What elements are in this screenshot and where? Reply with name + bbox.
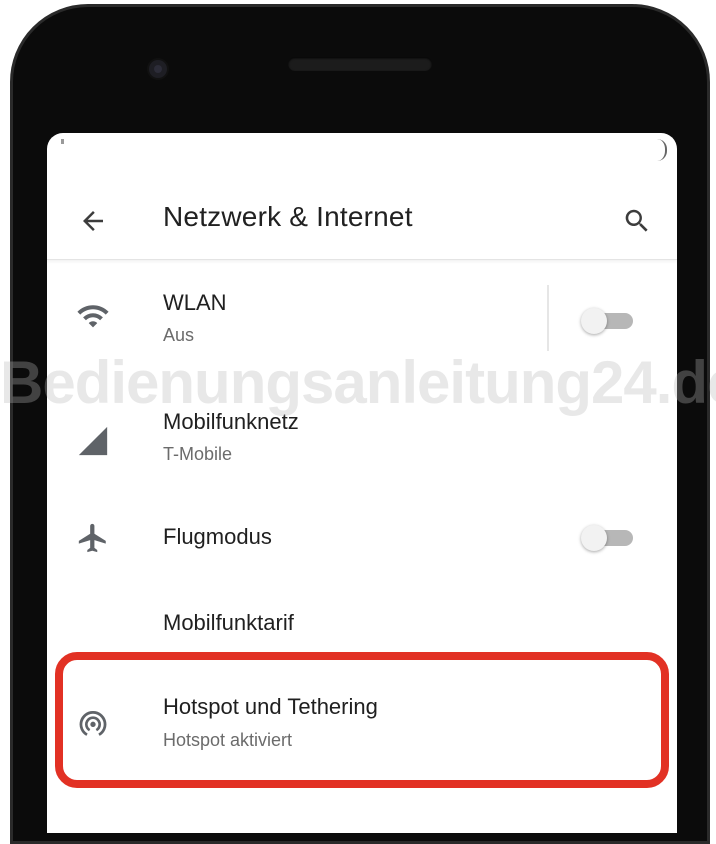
front-camera bbox=[149, 60, 167, 78]
status-bar-mark bbox=[61, 139, 64, 144]
status-bar-mark bbox=[657, 139, 667, 161]
toggle-thumb bbox=[581, 308, 607, 334]
settings-item-airplane-mode[interactable]: Flugmodus bbox=[47, 505, 677, 571]
signal-icon bbox=[73, 421, 113, 461]
back-button[interactable] bbox=[73, 201, 113, 241]
settings-item-wlan[interactable]: WLAN Aus bbox=[47, 273, 677, 363]
wlan-status: Aus bbox=[163, 325, 195, 345]
divider bbox=[547, 285, 549, 351]
page-title: Netzwerk & Internet bbox=[163, 201, 413, 232]
hotspot-title: Hotspot und Tethering bbox=[163, 694, 378, 719]
settings-screen: Netzwerk & Internet WLAN Aus Mobilfunkne… bbox=[47, 133, 677, 833]
hotspot-status: Hotspot aktiviert bbox=[163, 730, 293, 750]
arrow-back-icon bbox=[83, 211, 103, 231]
earpiece-speaker bbox=[288, 57, 432, 71]
airplane-mode-title: Flugmodus bbox=[163, 524, 272, 549]
hotspot-icon bbox=[73, 703, 113, 743]
settings-item-mobile-network[interactable]: Mobilfunknetz T-Mobile bbox=[47, 389, 677, 479]
wifi-icon bbox=[73, 296, 113, 336]
settings-item-mobile-plan[interactable]: Mobilfunktarif bbox=[47, 593, 677, 653]
app-bar: Netzwerk & Internet bbox=[47, 173, 677, 260]
airplane-mode-toggle[interactable] bbox=[581, 523, 635, 551]
settings-item-hotspot[interactable]: Hotspot und Tethering Hotspot aktiviert bbox=[47, 669, 677, 769]
toggle-thumb bbox=[581, 525, 607, 551]
search-button[interactable] bbox=[617, 201, 657, 241]
airplane-icon bbox=[73, 518, 113, 558]
search-icon bbox=[625, 209, 648, 232]
mobile-network-title: Mobilfunknetz bbox=[163, 409, 299, 434]
wlan-title: WLAN bbox=[163, 290, 227, 315]
mobile-network-operator: T-Mobile bbox=[163, 444, 233, 464]
mobile-plan-title: Mobilfunktarif bbox=[163, 610, 294, 635]
wlan-toggle[interactable] bbox=[581, 306, 635, 334]
